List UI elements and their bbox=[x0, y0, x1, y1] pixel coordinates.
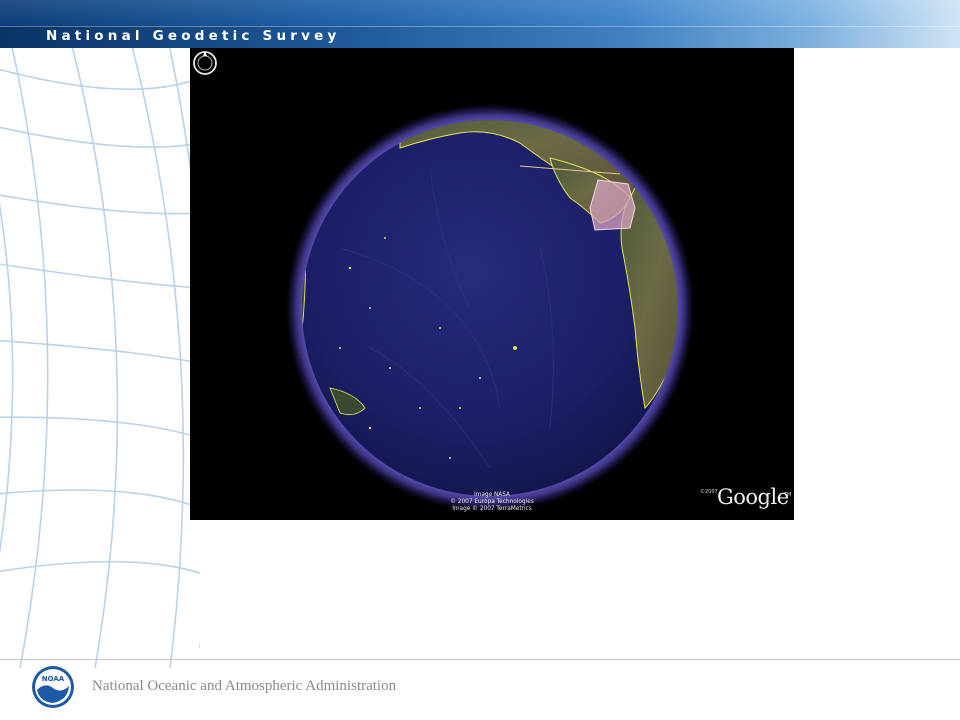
earth-map-view[interactable]: Image NASA © 2007 Europa Technologies Im… bbox=[190, 48, 794, 520]
copyright-badge: ©2007 bbox=[700, 489, 718, 495]
attribution-line-terrametrics: Image © 2007 TerraMetrics bbox=[452, 506, 532, 513]
noaa-logo-icon: NOAA bbox=[32, 666, 74, 708]
globe-render bbox=[286, 104, 694, 512]
header-banner: National Geodetic Survey bbox=[0, 0, 960, 48]
compass-icon[interactable] bbox=[190, 48, 220, 78]
map-attribution: Image NASA © 2007 Europa Technologies Im… bbox=[420, 492, 564, 514]
banner-gloss bbox=[0, 0, 960, 26]
noaa-logo-text: NOAA bbox=[42, 675, 65, 683]
footer-organization: National Oceanic and Atmospheric Adminis… bbox=[92, 678, 397, 694]
banner-title: National Geodetic Survey bbox=[46, 28, 341, 44]
footer-divider bbox=[0, 659, 960, 660]
background-globe-grid bbox=[0, 48, 200, 668]
trademark-mark: TM bbox=[784, 492, 792, 498]
google-logo: Google bbox=[717, 485, 789, 509]
highlight-region bbox=[589, 179, 636, 231]
